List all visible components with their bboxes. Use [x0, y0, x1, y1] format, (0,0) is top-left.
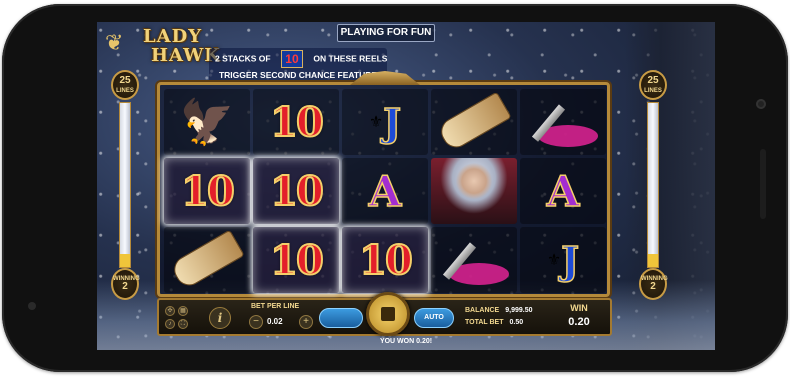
dagger-symbol-icon — [528, 104, 598, 147]
reel-cell — [164, 227, 250, 293]
reel-cell — [520, 89, 606, 155]
game-logo: ❦ LADY HAWK — [105, 26, 220, 68]
right-lines-label: LINES — [644, 88, 662, 94]
sound-icon[interactable]: ♪ — [165, 319, 175, 329]
ten-symbol: 10 — [269, 167, 325, 216]
reel-cell: 10 — [253, 89, 339, 155]
total-bet-display: TOTAL BET 0.50 — [465, 319, 523, 326]
hawk-logo-icon: ❦ — [105, 30, 124, 55]
jack-symbol: J — [560, 237, 580, 284]
eagle-symbol-icon: 🦅 — [179, 98, 235, 147]
menu-icon[interactable]: ▦ — [178, 306, 188, 316]
ten-symbol: 10 — [269, 98, 325, 147]
game-screen: ❦ LADY HAWK PLAYING FOR FUN 2 STACKS OF … — [97, 22, 715, 350]
ace-symbol: A — [368, 166, 402, 217]
front-camera-icon — [28, 302, 36, 310]
settings-cluster: ✣ ▦ ♪ ⛶ — [165, 306, 189, 330]
left-meter-tube — [119, 102, 131, 268]
win-message: YOU WON 0.20! — [379, 338, 433, 345]
left-lines-cap: 25 LINES — [111, 70, 139, 100]
info-button[interactable]: i — [209, 307, 231, 329]
win-label: WIN — [570, 303, 588, 313]
left-lines-meter: 25 LINES WINNING 2 — [111, 70, 140, 310]
gauntlet-symbol-icon — [169, 229, 245, 291]
ten-symbol-badge: 10 — [280, 50, 303, 68]
reel-cell: ⚜ J — [342, 89, 428, 155]
play-mode-label: PLAYING FOR FUN — [337, 24, 435, 42]
reel-cell: 10 — [253, 227, 339, 293]
reel-cell: A — [342, 158, 428, 224]
fleur-de-lis-icon: ⚜ — [546, 252, 562, 269]
right-meter-tube — [647, 102, 659, 268]
reel-cell: 10 — [342, 227, 428, 293]
total-bet-label: TOTAL BET — [465, 319, 504, 326]
reel-cell: 10 — [164, 158, 250, 224]
stop-icon — [381, 307, 395, 321]
balance-display: BALANCE 9,999.50 — [465, 307, 532, 314]
reel-grid: 🦅 10 ⚜ J 10 10 A A 10 10 ⚜ J — [164, 89, 606, 293]
lady-hawk-portrait-icon — [431, 158, 517, 224]
reel-cell: ⚜ J — [520, 227, 606, 293]
ten-symbol: 10 — [180, 167, 236, 216]
spin-button[interactable] — [366, 292, 410, 336]
gauntlet-symbol-icon — [436, 91, 512, 153]
reel-cell — [431, 158, 517, 224]
max-bet-button[interactable] — [319, 308, 363, 328]
reel-cell: 10 — [253, 158, 339, 224]
bet-per-line-label: BET PER LINE — [251, 303, 300, 310]
right-winning-cap: WINNING 2 — [639, 268, 668, 300]
ten-symbol: 10 — [358, 236, 414, 285]
win-value: 0.20 — [568, 316, 590, 328]
control-bar: ✣ ▦ ♪ ⛶ i BET PER LINE − 0.02 + AUTO BAL… — [157, 292, 612, 336]
feature-text-left: 2 STACKS OF — [215, 53, 271, 64]
ace-symbol: A — [546, 166, 580, 217]
fullscreen-icon[interactable]: ⛶ — [178, 319, 188, 329]
balance-label: BALANCE — [465, 307, 500, 314]
feature-text-right: ON THESE REELS — [313, 53, 388, 64]
jack-symbol: J — [382, 99, 402, 146]
right-lines-value: 25 — [647, 75, 659, 86]
left-meter-fill — [120, 253, 130, 267]
reel-frame: 🦅 10 ⚜ J 10 10 A A 10 10 ⚜ J — [157, 71, 610, 297]
right-winning-value: 2 — [650, 281, 656, 292]
left-lines-value: 25 — [119, 75, 131, 86]
left-lines-label: LINES — [116, 88, 134, 94]
left-winning-cap: WINNING 2 — [111, 268, 140, 300]
settings-icon[interactable]: ✣ — [165, 306, 175, 316]
total-bet-value: 0.50 — [509, 319, 524, 326]
dagger-symbol-icon — [439, 242, 509, 285]
feature-banner-row1: 2 STACKS OF 10 ON THESE REELS — [215, 50, 387, 68]
side-button — [760, 149, 766, 219]
phone-frame: ❦ LADY HAWK PLAYING FOR FUN 2 STACKS OF … — [2, 4, 788, 372]
reel-cell: 🦅 — [164, 89, 250, 155]
logo-line-1: LADY — [143, 26, 203, 47]
fleur-de-lis-icon: ⚜ — [368, 114, 384, 131]
camera-icon — [756, 99, 766, 109]
balance-value: 9,999.50 — [505, 307, 533, 314]
ten-symbol: 10 — [269, 236, 325, 285]
bet-per-line-value: 0.02 — [267, 317, 283, 326]
bet-increase-button[interactable]: + — [299, 315, 313, 329]
bet-decrease-button[interactable]: − — [249, 315, 263, 329]
reel-cell — [431, 89, 517, 155]
right-lines-meter: 25 LINES WINNING 2 — [639, 70, 668, 310]
right-meter-fill — [648, 253, 658, 267]
reel-cell: A — [520, 158, 606, 224]
reel-cell — [431, 227, 517, 293]
auto-spin-button[interactable]: AUTO — [414, 308, 454, 328]
left-winning-value: 2 — [122, 281, 128, 292]
right-lines-cap: 25 LINES — [639, 70, 667, 100]
